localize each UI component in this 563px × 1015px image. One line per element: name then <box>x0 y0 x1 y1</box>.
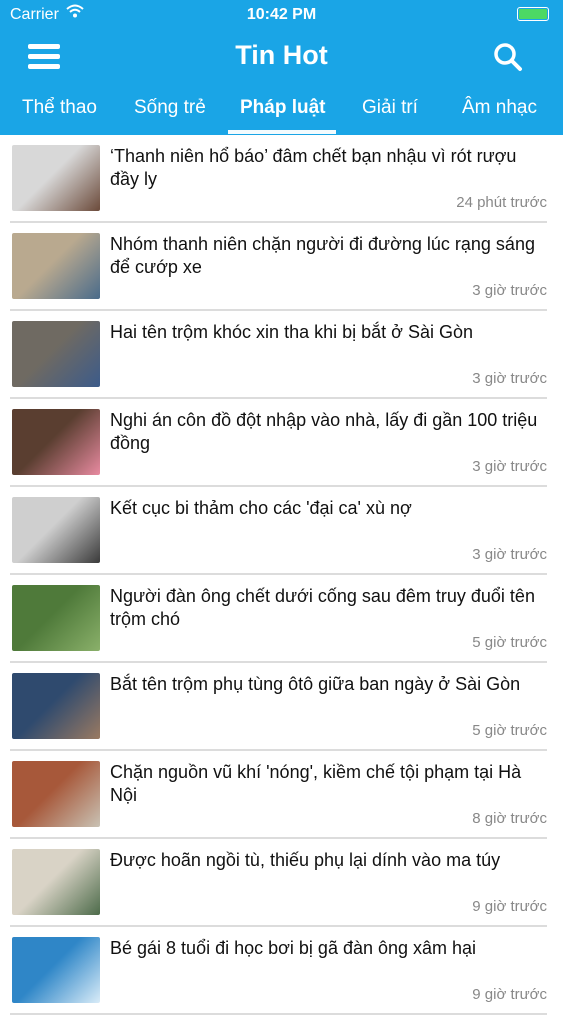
article-item[interactable]: Chặn nguồn vũ khí 'nóng', kiềm chế tội p… <box>10 751 547 839</box>
active-tab-indicator <box>228 130 336 134</box>
article-headline: Bé gái 8 tuổi đi học bơi bị gã đàn ông x… <box>110 938 477 958</box>
article-item[interactable]: Kết cục bi thảm cho các 'đại ca' xù nợ 3 … <box>10 487 547 575</box>
article-time: 24 phút trước <box>456 194 547 211</box>
article-headline: Được hoãn ngồi tù, thiếu phụ lại dính và… <box>110 850 501 870</box>
battery-level <box>519 9 547 19</box>
article-thumbnail <box>12 145 100 211</box>
article-headline: Bắt tên trộm phụ tùng ôtô giữa ban ngày … <box>110 674 521 694</box>
article-time: 3 giờ trước <box>472 370 547 387</box>
article-item[interactable]: Được hoãn ngồi tù, thiếu phụ lại dính và… <box>10 839 547 927</box>
article-time: 5 giờ trước <box>472 634 547 651</box>
article-item[interactable]: Nhóm thanh niên chặn người đi đường lúc … <box>10 223 547 311</box>
tab-the-thao[interactable]: Thể thao <box>22 97 97 119</box>
article-thumbnail <box>12 585 100 651</box>
article-headline: ‘Thanh niên hổ báo’ đâm chết bạn nhậu vì… <box>110 146 517 189</box>
article-headline: Hai tên trộm khóc xin tha khi bị bắt ở S… <box>110 322 473 342</box>
article-headline: Nghi án côn đồ đột nhập vào nhà, lấy đi … <box>110 410 538 453</box>
app-header: Carrier 10:42 PM Tin Hot Thể thao Sống t… <box>0 0 563 135</box>
tab-giai-tri[interactable]: Giải trí <box>362 97 418 119</box>
article-thumbnail <box>12 409 100 475</box>
tab-song-tre[interactable]: Sống trẻ <box>134 97 206 119</box>
status-time: 10:42 PM <box>246 6 317 23</box>
article-thumbnail <box>12 233 100 299</box>
article-thumbnail <box>12 937 100 1003</box>
article-time: 3 giờ trước <box>472 282 547 299</box>
article-time: 9 giờ trước <box>472 986 547 1003</box>
tab-am-nhac[interactable]: Âm nhạc <box>462 97 537 119</box>
article-thumbnail <box>12 497 100 563</box>
article-item[interactable]: Bé gái 8 tuổi đi học bơi bị gã đàn ông x… <box>10 927 547 1015</box>
battery-icon <box>517 7 549 21</box>
article-headline: Nhóm thanh niên chặn người đi đường lúc … <box>110 234 535 277</box>
article-headline: Chặn nguồn vũ khí 'nóng', kiềm chế tội p… <box>110 762 522 805</box>
article-headline: Người đàn ông chết dưới cống sau đêm tru… <box>110 586 535 629</box>
article-item[interactable]: Hai tên trộm khóc xin tha khi bị bắt ở S… <box>10 311 547 399</box>
article-list: ‘Thanh niên hổ báo’ đâm chết bạn nhậu vì… <box>0 135 563 1015</box>
article-thumbnail <box>12 849 100 915</box>
article-time: 3 giờ trước <box>472 546 547 563</box>
status-bar: Carrier 10:42 PM <box>0 0 563 30</box>
article-time: 9 giờ trước <box>472 898 547 915</box>
nav-bar: Tin Hot <box>0 30 563 85</box>
article-thumbnail <box>12 321 100 387</box>
article-time: 8 giờ trước <box>472 810 547 827</box>
article-item[interactable]: Nghi án côn đồ đột nhập vào nhà, lấy đi … <box>10 399 547 487</box>
article-item[interactable]: Bắt tên trộm phụ tùng ôtô giữa ban ngày … <box>10 663 547 751</box>
tab-phap-luat[interactable]: Pháp luật <box>240 97 326 119</box>
article-item[interactable]: Người đàn ông chết dưới cống sau đêm tru… <box>10 575 547 663</box>
article-item[interactable]: ‘Thanh niên hổ báo’ đâm chết bạn nhậu vì… <box>10 135 547 223</box>
article-thumbnail <box>12 673 100 739</box>
article-time: 3 giờ trước <box>472 458 547 475</box>
article-headline: Kết cục bi thảm cho các 'đại ca' xù nợ <box>110 498 412 518</box>
category-tabs: Thể thao Sống trẻ Pháp luật Giải trí Âm … <box>0 85 563 135</box>
page-title: Tin Hot <box>235 40 328 70</box>
article-thumbnail <box>12 761 100 827</box>
article-time: 5 giờ trước <box>472 722 547 739</box>
search-icon[interactable] <box>493 42 523 72</box>
